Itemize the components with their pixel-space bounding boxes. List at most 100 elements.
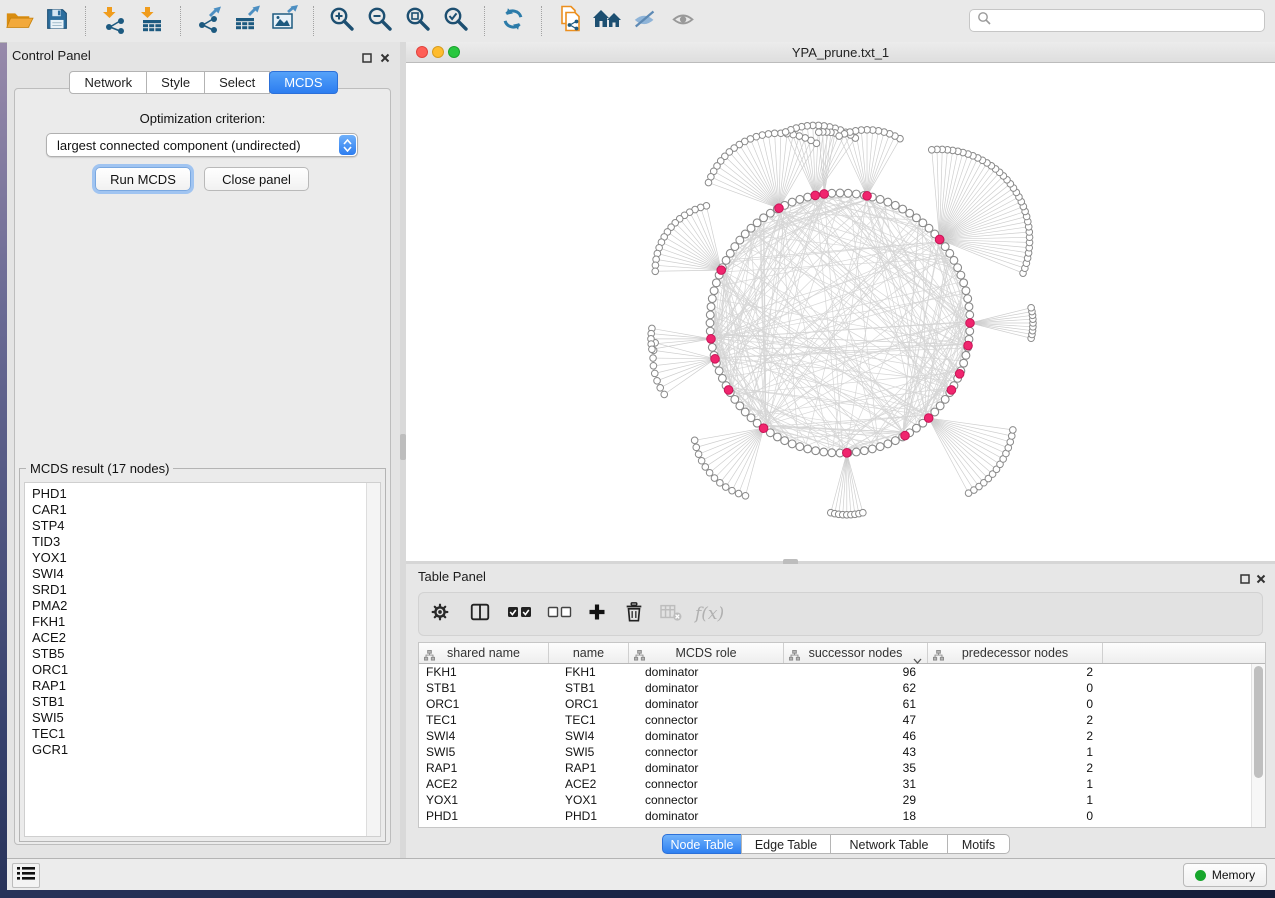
graph-node[interactable] — [698, 457, 705, 464]
graph-node[interactable] — [706, 319, 714, 327]
mcds-result-item[interactable]: SRD1 — [25, 582, 380, 598]
cell-successor-nodes[interactable]: 43 — [784, 745, 928, 759]
graph-node[interactable] — [815, 129, 822, 136]
graph-node[interactable] — [652, 268, 659, 275]
graph-node[interactable] — [722, 484, 729, 491]
network-graph[interactable] — [406, 63, 1275, 561]
cell-successor-nodes[interactable]: 47 — [784, 713, 928, 727]
graph-node[interactable] — [773, 433, 781, 441]
task-history-button[interactable] — [12, 863, 40, 888]
dominator-node[interactable] — [935, 235, 944, 244]
cell-predecessor-nodes[interactable]: 0 — [928, 681, 1103, 695]
cell-name[interactable]: FKH1 — [549, 665, 629, 679]
tab-network[interactable]: Network — [69, 71, 147, 94]
graph-node[interactable] — [735, 490, 742, 497]
graph-node[interactable] — [691, 437, 698, 444]
dominator-node[interactable] — [964, 341, 973, 350]
cell-name[interactable]: YOX1 — [549, 793, 629, 807]
table-row[interactable]: ACE2ACE2connector311 — [419, 776, 1265, 792]
cell-mcds-role[interactable]: dominator — [629, 665, 784, 679]
zoom-selected-button[interactable] — [437, 3, 475, 39]
sort-chevron-icon[interactable] — [913, 651, 922, 669]
mcds-result-item[interactable]: STP4 — [25, 518, 380, 534]
cell-successor-nodes[interactable]: 18 — [784, 809, 928, 823]
dominator-node[interactable] — [717, 266, 726, 275]
graph-node[interactable] — [706, 469, 713, 476]
run-mcds-button[interactable]: Run MCDS — [95, 167, 191, 191]
mcds-result-item[interactable]: SWI4 — [25, 566, 380, 582]
cell-mcds-role[interactable]: dominator — [629, 809, 784, 823]
table-scrollbar[interactable] — [1251, 664, 1265, 827]
dominator-node[interactable] — [863, 192, 872, 201]
cell-name[interactable]: SWI4 — [549, 729, 629, 743]
mcds-result-item[interactable]: CAR1 — [25, 502, 380, 518]
graph-node[interactable] — [717, 480, 724, 487]
graph-node[interactable] — [812, 447, 820, 455]
column-header-name[interactable]: name — [549, 643, 629, 663]
column-header-shared-name[interactable]: shared name — [419, 643, 549, 663]
clone-network-button[interactable] — [551, 3, 589, 39]
cell-mcds-role[interactable]: dominator — [629, 681, 784, 695]
mcds-result-item[interactable]: STB1 — [25, 694, 380, 710]
table-row[interactable]: ORC1ORC1dominator610 — [419, 696, 1265, 712]
deselect-all-button[interactable] — [547, 603, 573, 626]
cell-predecessor-nodes[interactable]: 0 — [928, 697, 1103, 711]
cell-shared-name[interactable]: ACE2 — [419, 777, 549, 791]
graph-node[interactable] — [804, 445, 812, 453]
graph-node[interactable] — [852, 448, 860, 456]
graph-node[interactable] — [960, 359, 968, 367]
graph-node[interactable] — [711, 475, 718, 482]
cell-mcds-role[interactable]: connector — [629, 713, 784, 727]
zoom-out-button[interactable] — [361, 3, 399, 39]
close-panel-icon[interactable] — [1256, 571, 1266, 589]
dominator-node[interactable] — [811, 191, 820, 200]
cell-shared-name[interactable]: FKH1 — [419, 665, 549, 679]
cell-shared-name[interactable]: ORC1 — [419, 697, 549, 711]
graph-node[interactable] — [820, 448, 828, 456]
graph-node[interactable] — [796, 133, 803, 140]
graph-node[interactable] — [706, 311, 714, 319]
graph-node[interactable] — [860, 447, 868, 455]
cell-name[interactable]: PHD1 — [549, 809, 629, 823]
cell-predecessor-nodes[interactable]: 0 — [928, 809, 1103, 823]
graph-node[interactable] — [960, 279, 968, 287]
result-scrollbar[interactable] — [366, 483, 380, 836]
graph-node[interactable] — [654, 377, 661, 384]
graph-node[interactable] — [891, 201, 899, 209]
close-panel-icon[interactable] — [380, 50, 390, 68]
cell-successor-nodes[interactable]: 31 — [784, 777, 928, 791]
graph-node[interactable] — [796, 443, 804, 451]
save-session-button[interactable] — [38, 3, 76, 39]
cell-shared-name[interactable]: YOX1 — [419, 793, 549, 807]
tab-style[interactable]: Style — [146, 71, 205, 94]
graph-node[interactable] — [693, 444, 700, 451]
table-row[interactable]: FKH1FKH1dominator962 — [419, 664, 1265, 680]
table-row[interactable]: SWI4SWI4dominator462 — [419, 728, 1265, 744]
mcds-result-item[interactable]: TEC1 — [25, 726, 380, 742]
graph-node[interactable] — [651, 370, 658, 377]
open-session-button[interactable] — [0, 3, 38, 39]
graph-node[interactable] — [836, 133, 843, 140]
graph-node[interactable] — [782, 129, 789, 136]
table-row[interactable]: RAP1RAP1dominator352 — [419, 760, 1265, 776]
cell-name[interactable]: RAP1 — [549, 761, 629, 775]
graph-node[interactable] — [899, 205, 907, 213]
mcds-result-item[interactable]: YOX1 — [25, 550, 380, 566]
graph-node[interactable] — [661, 391, 668, 398]
graph-node[interactable] — [650, 355, 657, 362]
graph-node[interactable] — [954, 264, 962, 272]
mcds-result-item[interactable]: TID3 — [25, 534, 380, 550]
apply-layout-button[interactable] — [494, 3, 532, 39]
float-panel-icon[interactable] — [1240, 571, 1250, 589]
zoom-in-button[interactable] — [323, 3, 361, 39]
export-table-button[interactable] — [228, 3, 266, 39]
import-network-button[interactable] — [95, 3, 133, 39]
table-row[interactable]: TEC1TEC1connector472 — [419, 712, 1265, 728]
graph-node[interactable] — [742, 492, 749, 499]
cell-shared-name[interactable]: SWI4 — [419, 729, 549, 743]
graph-node[interactable] — [966, 311, 974, 319]
graph-node[interactable] — [718, 374, 726, 382]
graph-node[interactable] — [966, 327, 974, 335]
graph-node[interactable] — [828, 189, 836, 197]
graph-node[interactable] — [712, 279, 720, 287]
